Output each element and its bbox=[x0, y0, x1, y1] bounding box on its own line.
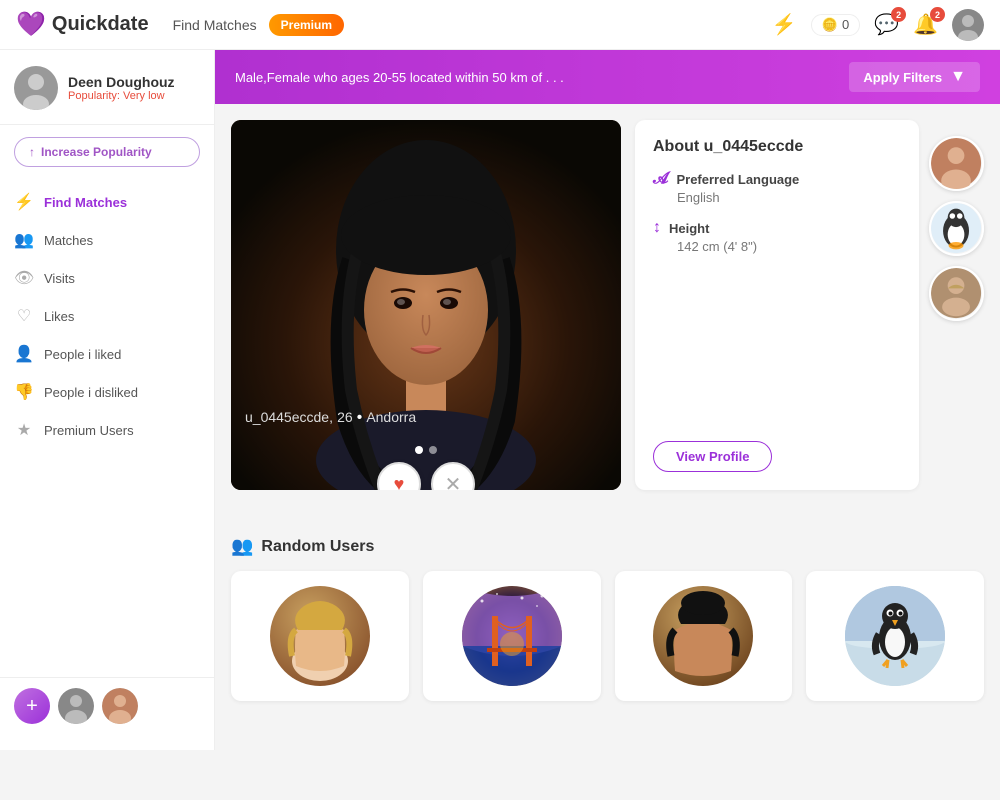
increase-popularity-btn[interactable]: ↑ Increase Popularity bbox=[14, 137, 200, 167]
random-user-card-4[interactable] bbox=[806, 571, 984, 701]
random-header: 👥 Random Users bbox=[231, 536, 984, 557]
random-user-img-3 bbox=[653, 586, 753, 686]
random-user-card-2[interactable] bbox=[423, 571, 601, 701]
sidebar-avatar-1[interactable] bbox=[58, 688, 94, 724]
coins-icon: 🪙 bbox=[822, 17, 838, 33]
sidebar-item-likes[interactable]: ♡ Likes bbox=[0, 297, 214, 335]
user-avatar-top[interactable] bbox=[952, 9, 984, 41]
sidebar-avatar-svg bbox=[14, 66, 58, 110]
topbar-right: ⚡ 🪙 0 💬 2 🔔 2 bbox=[772, 9, 984, 41]
profile-location: Andorra bbox=[366, 409, 416, 425]
messages-badge: 2 bbox=[891, 7, 906, 22]
sidebar-item-find-matches[interactable]: ⚡ Find Matches bbox=[0, 183, 214, 221]
messages-icon-btn[interactable]: 💬 2 bbox=[874, 12, 899, 37]
dislike-btn[interactable]: ✕ bbox=[431, 462, 475, 490]
about-title: About u_0445eccde bbox=[653, 138, 901, 156]
user-avatar-svg bbox=[952, 9, 984, 41]
random-user-img-4 bbox=[845, 586, 945, 686]
notifications-icon-btn[interactable]: 🔔 2 bbox=[913, 12, 938, 37]
language-label: Preferred Language bbox=[676, 172, 799, 187]
flash-icon-btn[interactable]: ⚡ bbox=[772, 12, 797, 37]
about-card: About u_0445eccde 𝓐 Preferred Language E… bbox=[635, 120, 919, 490]
photo-dots bbox=[415, 446, 437, 454]
match-area: u_0445eccde, 26 • Andorra ♥ ✕ About u_04… bbox=[215, 104, 1000, 506]
random-user-img-1 bbox=[270, 586, 370, 686]
side-avatar-3[interactable] bbox=[929, 266, 984, 321]
profile-age: 26 bbox=[337, 409, 353, 425]
side-avatar-1[interactable] bbox=[929, 136, 984, 191]
likes-icon: ♡ bbox=[14, 306, 34, 326]
language-value: English bbox=[677, 190, 901, 205]
sidebar-user-info: Deen Doughouz Popularity: Very low bbox=[68, 74, 175, 102]
topbar: 💜 Quickdate Find Matches Premium ⚡ 🪙 0 💬… bbox=[0, 0, 1000, 50]
side-avatar-2[interactable] bbox=[929, 201, 984, 256]
random-user-card-1[interactable] bbox=[231, 571, 409, 701]
dot-1 bbox=[415, 446, 423, 454]
action-buttons: ♥ ✕ bbox=[377, 462, 475, 490]
filter-funnel-icon: ▼ bbox=[950, 68, 966, 86]
filter-text: Male,Female who ages 20-55 located withi… bbox=[235, 70, 841, 85]
sidebar-nav: ⚡ Find Matches 👥 Matches 👁 Visits ♡ Like… bbox=[0, 179, 214, 453]
sidebar: Deen Doughouz Popularity: Very low ↑ Inc… bbox=[0, 50, 215, 750]
logo[interactable]: 💜 Quickdate bbox=[16, 10, 149, 39]
random-users-icon: 👥 bbox=[231, 536, 253, 557]
filter-bar: Male,Female who ages 20-55 located withi… bbox=[215, 50, 1000, 104]
profile-card: u_0445eccde, 26 • Andorra ♥ ✕ bbox=[231, 120, 621, 490]
random-users-title: Random Users bbox=[261, 538, 374, 556]
profile-photo-svg bbox=[231, 120, 621, 490]
apply-filters-btn[interactable]: Apply Filters ▼ bbox=[849, 62, 980, 92]
sidebar-item-people-liked[interactable]: 👤 People i liked bbox=[0, 335, 214, 373]
visits-icon: 👁 bbox=[14, 268, 34, 288]
logo-text: Quickdate bbox=[52, 13, 149, 36]
arrow-up-icon: ↑ bbox=[29, 145, 35, 159]
sidebar-item-visits[interactable]: 👁 Visits bbox=[0, 259, 214, 297]
main-layout: Deen Doughouz Popularity: Very low ↑ Inc… bbox=[0, 50, 1000, 750]
profile-image bbox=[231, 120, 621, 490]
like-btn[interactable]: ♥ bbox=[377, 462, 421, 490]
people-disliked-icon: 👎 bbox=[14, 382, 34, 402]
language-item: 𝓐 Preferred Language English bbox=[653, 170, 901, 205]
sidebar-item-premium-users[interactable]: ★ Premium Users bbox=[0, 411, 214, 449]
sidebar-bottom-avatars: + bbox=[0, 677, 214, 734]
premium-badge[interactable]: Premium bbox=[269, 14, 344, 36]
profile-name-bar: u_0445eccde, 26 • Andorra bbox=[231, 401, 621, 434]
notifications-badge: 2 bbox=[930, 7, 945, 22]
people-liked-icon: 👤 bbox=[14, 344, 34, 364]
matches-icon: 👥 bbox=[14, 230, 34, 250]
random-user-img-2 bbox=[462, 586, 562, 686]
height-icon: ↕ bbox=[653, 219, 661, 237]
random-users-grid bbox=[231, 571, 984, 701]
profile-username: u_0445eccde, bbox=[245, 409, 333, 425]
main-content: Male,Female who ages 20-55 located withi… bbox=[215, 50, 1000, 750]
add-avatar-btn[interactable]: + bbox=[14, 688, 50, 724]
height-label: Height bbox=[669, 221, 709, 236]
sidebar-user-name: Deen Doughouz bbox=[68, 74, 175, 90]
sidebar-item-people-disliked[interactable]: 👎 People i disliked bbox=[0, 373, 214, 411]
sidebar-user-avatar[interactable] bbox=[14, 66, 58, 110]
sidebar-user-popularity: Popularity: Very low bbox=[68, 90, 175, 102]
height-item: ↕ Height 142 cm (4' 8") bbox=[653, 219, 901, 254]
random-section: 👥 Random Users bbox=[215, 506, 1000, 717]
view-profile-btn[interactable]: View Profile bbox=[653, 441, 772, 472]
side-avatars bbox=[919, 120, 984, 490]
random-user-card-3[interactable] bbox=[615, 571, 793, 701]
coins-count: 0 bbox=[842, 17, 849, 32]
sidebar-item-matches[interactable]: 👥 Matches bbox=[0, 221, 214, 259]
sidebar-user-section: Deen Doughouz Popularity: Very low bbox=[0, 66, 214, 125]
logo-heart-icon: 💜 bbox=[16, 10, 46, 39]
sidebar-avatar-2[interactable] bbox=[102, 688, 138, 724]
height-value: 142 cm (4' 8") bbox=[677, 239, 901, 254]
language-icon: 𝓐 bbox=[653, 170, 668, 188]
dot-2 bbox=[429, 446, 437, 454]
premium-users-icon: ★ bbox=[14, 420, 34, 440]
find-matches-icon: ⚡ bbox=[14, 192, 34, 212]
find-matches-nav[interactable]: Find Matches bbox=[173, 17, 257, 33]
coins-btn[interactable]: 🪙 0 bbox=[811, 14, 860, 36]
